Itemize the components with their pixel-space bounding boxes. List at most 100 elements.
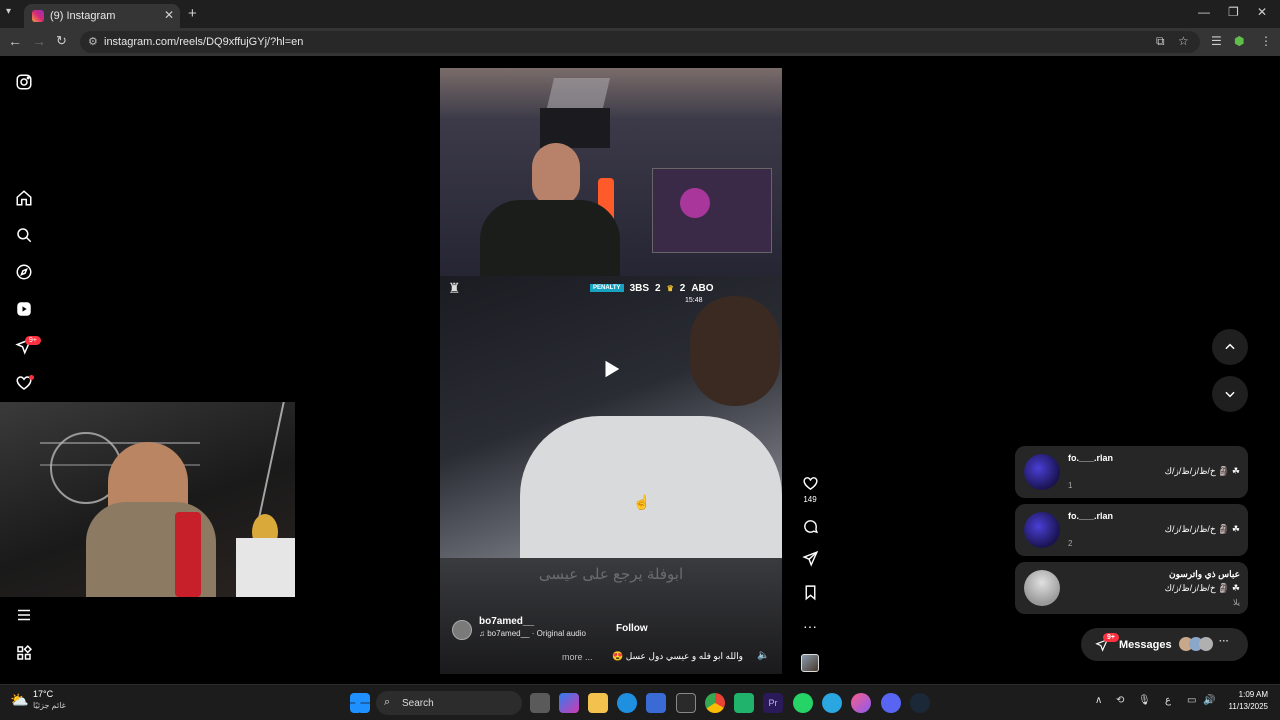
- instagram-favicon-icon: [32, 10, 44, 22]
- store-icon[interactable]: [646, 693, 666, 713]
- tab-title: (9) Instagram: [50, 10, 116, 22]
- start-menu-icon[interactable]: [350, 693, 370, 713]
- play-icon[interactable]: [600, 358, 622, 380]
- restore-icon[interactable]: ❐: [1228, 5, 1239, 19]
- messages-button[interactable]: 9+ Messages ···: [1081, 628, 1248, 661]
- reel-caption: والله ابو فله و عيسي دول عسل 😍: [612, 651, 743, 661]
- steam-icon[interactable]: [910, 693, 930, 713]
- reel-audio-text: bo7amed__ · Original audio: [487, 629, 586, 638]
- weather-icon[interactable]: ⛅: [10, 691, 29, 709]
- browser-toolbar: ← → ↻ ⚙ instagram.com/reels/DQ9xffujGYj/…: [0, 28, 1280, 56]
- instagram-logo-icon[interactable]: [13, 71, 35, 93]
- tab-search-icon[interactable]: ▾: [6, 6, 11, 17]
- new-tab-icon[interactable]: +: [188, 5, 197, 22]
- more-options-icon[interactable]: ···: [800, 618, 820, 634]
- window-close-icon[interactable]: ✕: [1257, 5, 1267, 19]
- penalty-label: PENALTY: [590, 284, 624, 292]
- dm-message: خ/ظ/ز/ظ/ز/ك 🗿 ☘: [1164, 583, 1240, 593]
- browser-tab[interactable]: (9) Instagram ✕: [24, 4, 180, 28]
- back-icon[interactable]: ←: [8, 33, 22, 49]
- app-icon[interactable]: [822, 693, 842, 713]
- avatar: [1024, 512, 1060, 548]
- edge-icon[interactable]: [617, 693, 637, 713]
- chrome-icon[interactable]: [705, 693, 725, 713]
- like-icon[interactable]: [800, 475, 820, 497]
- more-menu-icon[interactable]: [13, 604, 35, 626]
- file-explorer-icon[interactable]: [588, 693, 608, 713]
- activity-dot: [29, 375, 34, 380]
- team-logo-icon: ♜: [448, 280, 461, 296]
- address-bar[interactable]: ⚙ instagram.com/reels/DQ9xffujGYj/?hl=en: [80, 31, 1200, 53]
- dm-sender-name: fo.___.rlan: [1068, 453, 1114, 463]
- tray-app-icon[interactable]: ⟲: [1116, 695, 1124, 706]
- caption-more-link[interactable]: more ...: [562, 652, 593, 662]
- weather-description: غائم جزئيًا: [33, 701, 66, 710]
- reel-video[interactable]: ♜ PENALTY 3BS 2 ♛ 2 ABO 15:48 ☝ ابوفلة ي…: [440, 68, 782, 674]
- home-icon[interactable]: [13, 187, 35, 209]
- minimize-icon[interactable]: —: [1198, 5, 1210, 19]
- volume-icon[interactable]: 🔊: [1203, 695, 1215, 706]
- avatar: [1024, 454, 1060, 490]
- microphone-icon[interactable]: 🎙: [1138, 695, 1151, 706]
- show-hidden-icons-chevron-icon[interactable]: ∧: [1095, 695, 1102, 706]
- url-text: instagram.com/reels/DQ9xffujGYj/?hl=en: [104, 36, 304, 48]
- input-language[interactable]: ع: [1165, 695, 1171, 706]
- dm-count: 2: [1068, 539, 1073, 548]
- dm-notification-card[interactable]: عباس ذي واترسون خ/ظ/ز/ظ/ز/ك 🗿 ☘ يلا: [1015, 562, 1248, 614]
- discord-icon[interactable]: [881, 693, 901, 713]
- messages-label: Messages: [1119, 638, 1172, 651]
- chevron-down-icon: [1225, 391, 1235, 398]
- capcut-icon[interactable]: [734, 693, 754, 713]
- copilot-icon[interactable]: [559, 693, 579, 713]
- score-right: 2: [679, 282, 686, 294]
- whatsapp-icon[interactable]: [793, 693, 813, 713]
- burned-subtitle: ابوفلة يرجع على عيسى: [538, 566, 684, 583]
- score-left-team: 3BS: [629, 282, 650, 294]
- avatar: [1024, 570, 1060, 606]
- also-from-meta-icon[interactable]: [13, 642, 35, 664]
- follow-button[interactable]: Follow: [616, 623, 648, 634]
- next-reel-button[interactable]: [1212, 376, 1248, 412]
- reel-author-username[interactable]: bo7amed__: [479, 616, 534, 627]
- music-icon[interactable]: [851, 693, 871, 713]
- bookmark-star-icon[interactable]: ☆: [1178, 34, 1189, 48]
- task-view-icon[interactable]: [530, 693, 550, 713]
- taskbar-time[interactable]: 1:09 AM: [1226, 690, 1268, 699]
- tab-close-icon[interactable]: ✕: [164, 8, 174, 22]
- extension-icon[interactable]: ⬢: [1234, 34, 1244, 48]
- comment-icon[interactable]: [800, 518, 820, 540]
- reel-middle-frame: [440, 276, 782, 558]
- forward-icon[interactable]: →: [32, 33, 46, 49]
- reels-icon[interactable]: [13, 298, 35, 320]
- webcam-overlay: [0, 402, 295, 597]
- weather-temperature[interactable]: 17°C: [33, 689, 53, 699]
- browser-menu-icon[interactable]: ⋮: [1260, 34, 1272, 48]
- share-icon[interactable]: [800, 550, 820, 572]
- reel-audio-label[interactable]: ♫ bo7amed__ · Original audio: [479, 629, 586, 638]
- install-app-icon[interactable]: ⧉: [1156, 34, 1165, 49]
- taskbar-search[interactable]: ⌕ Search: [376, 691, 522, 715]
- dm-notification-card[interactable]: fo.___.rlan خ/ظ/ز/ظ/ز/ك 🗿 ☘ 1: [1015, 446, 1248, 498]
- explore-icon[interactable]: [13, 261, 35, 283]
- reload-icon[interactable]: ↻: [56, 33, 67, 49]
- cursor-hand-icon: ☝: [633, 494, 651, 510]
- scoreboard: PENALTY 3BS 2 ♛ 2 ABO: [590, 280, 714, 296]
- audio-thumbnail[interactable]: [801, 654, 819, 672]
- taskbar-date[interactable]: 11/13/2025: [1220, 702, 1268, 711]
- save-bookmark-icon[interactable]: [800, 584, 820, 606]
- reading-list-icon[interactable]: ☰: [1211, 34, 1222, 48]
- person-shirt: [480, 200, 620, 276]
- reel-author-avatar[interactable]: [452, 620, 472, 640]
- mute-icon[interactable]: 🔈: [757, 650, 769, 661]
- search-icon[interactable]: [13, 224, 35, 246]
- dm-count: 1: [1068, 481, 1073, 490]
- app-icon[interactable]: [676, 693, 696, 713]
- dm-preview: يلا: [1233, 598, 1240, 607]
- dm-notification-card[interactable]: fo.___.rlan خ/ظ/ز/ظ/ز/ك 🗿 ☘ 2: [1015, 504, 1248, 556]
- messages-badge: 9+: [1103, 633, 1119, 642]
- network-icon[interactable]: ▭: [1187, 695, 1196, 706]
- premiere-icon[interactable]: Pr: [763, 693, 783, 713]
- dm-sender-name: fo.___.rlan: [1068, 511, 1114, 521]
- previous-reel-button[interactable]: [1212, 329, 1248, 365]
- site-info-icon[interactable]: ⚙: [88, 35, 98, 48]
